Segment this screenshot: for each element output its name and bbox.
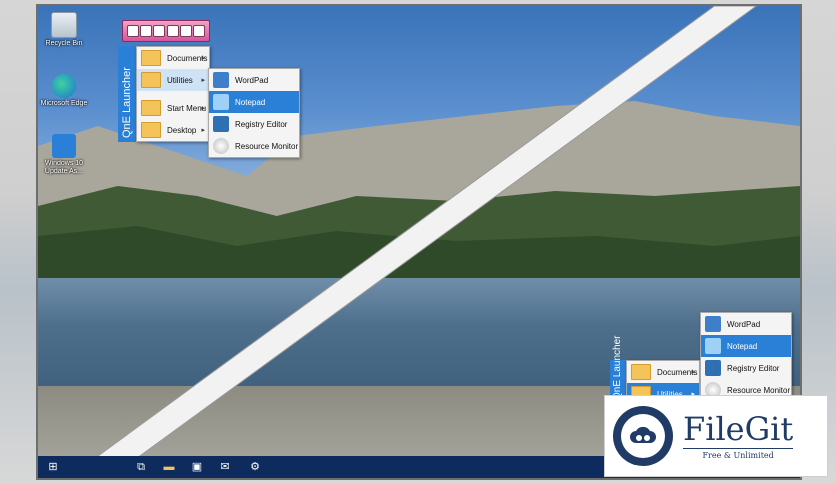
- submenu-item-notepad-small[interactable]: Notepad: [701, 335, 791, 357]
- store-icon[interactable]: ▣: [190, 460, 204, 474]
- menu-item-label: Desktop: [167, 125, 197, 135]
- edge-icon[interactable]: Microsoft Edge: [38, 74, 90, 108]
- utilities-submenu: WordPad Notepad Registry Editor Resource…: [208, 68, 300, 158]
- registry-editor-icon: [213, 116, 229, 132]
- toolbar-icon[interactable]: [193, 25, 206, 37]
- edge-label: Microsoft Edge: [40, 100, 88, 107]
- menu-item-start-menu[interactable]: Start Menu ▸: [137, 97, 209, 119]
- launcher-title-small: QnE Launcher: [612, 335, 623, 401]
- folder-icon: [631, 364, 651, 380]
- launcher-side-tab: QnE Launcher: [118, 46, 136, 142]
- launcher-toolbar[interactable]: [122, 20, 210, 42]
- toolbar-icon[interactable]: [139, 25, 152, 37]
- submenu-item-registry-editor-small[interactable]: Registry Editor: [701, 357, 791, 379]
- toolbar-icon[interactable]: [179, 25, 192, 37]
- file-explorer-icon[interactable]: ▬: [162, 460, 176, 474]
- submenu-item-notepad[interactable]: Notepad: [209, 91, 299, 113]
- toolbar-icon[interactable]: [166, 25, 179, 37]
- submenu-item-wordpad-small[interactable]: WordPad: [701, 313, 791, 335]
- submenu-item-label: Registry Editor: [727, 363, 780, 373]
- chevron-right-icon: ▸: [201, 55, 205, 62]
- submenu-item-label: Registry Editor: [235, 119, 288, 129]
- submenu-item-label: WordPad: [235, 75, 269, 85]
- mail-icon[interactable]: ✉: [218, 460, 232, 474]
- toolbar-icon[interactable]: [153, 25, 166, 37]
- wordpad-icon: [705, 316, 721, 332]
- menu-item-documents-small[interactable]: Documents ▸: [627, 361, 699, 383]
- filegit-tagline: Free & Unlimited: [683, 448, 794, 460]
- folder-icon: [141, 50, 161, 66]
- toolbar-icon[interactable]: [126, 25, 139, 37]
- recycle-bin-label: Recycle Bin: [45, 40, 83, 47]
- submenu-item-label: Resource Monitor: [727, 385, 791, 395]
- submenu-item-label: Resource Monitor: [235, 141, 299, 151]
- menu-item-documents[interactable]: Documents ▸: [137, 47, 209, 69]
- menu-item-desktop[interactable]: Desktop ▸: [137, 119, 209, 141]
- resource-monitor-icon: [213, 138, 229, 154]
- registry-editor-icon: [705, 360, 721, 376]
- chevron-right-icon: ▸: [691, 369, 695, 376]
- submenu-item-label: WordPad: [727, 319, 761, 329]
- task-view-icon[interactable]: ⧉: [134, 460, 148, 474]
- utilities-submenu-small: WordPad Notepad Registry Editor Resource…: [700, 312, 792, 402]
- chevron-right-icon: ▸: [201, 77, 205, 84]
- chevron-right-icon: ▸: [201, 127, 205, 134]
- menu-item-label: Utilities: [167, 75, 193, 85]
- menu-item-label: Start Menu: [167, 103, 207, 113]
- wordpad-icon: [213, 72, 229, 88]
- submenu-item-resource-monitor[interactable]: Resource Monitor: [209, 135, 299, 157]
- filegit-watermark: FileGit Free & Unlimited: [604, 395, 828, 477]
- notepad-icon: [705, 338, 721, 354]
- windows-update-label: Windows 10 Update As...: [44, 160, 84, 175]
- windows-start-icon[interactable]: ⊞: [46, 460, 60, 474]
- menu-item-utilities[interactable]: Utilities ▸: [137, 69, 209, 91]
- submenu-item-label: Notepad: [235, 97, 266, 107]
- folder-icon: [141, 72, 161, 88]
- filegit-logo-icon: [613, 406, 673, 466]
- notepad-icon: [213, 94, 229, 110]
- chevron-right-icon: ▸: [201, 105, 205, 112]
- folder-icon: [141, 100, 161, 116]
- submenu-item-wordpad[interactable]: WordPad: [209, 69, 299, 91]
- folder-icon: [141, 122, 161, 138]
- recycle-bin-icon[interactable]: Recycle Bin: [38, 12, 90, 48]
- cloud-icon: [630, 426, 656, 443]
- settings-gear-icon[interactable]: ⚙: [248, 460, 262, 474]
- launcher-menu: Documents ▸ Utilities ▸ Start Menu ▸ Des…: [136, 46, 210, 142]
- submenu-item-label: Notepad: [727, 341, 758, 351]
- windows-update-icon[interactable]: Windows 10 Update As...: [38, 134, 90, 176]
- launcher-title: QnE Launcher: [121, 67, 133, 138]
- filegit-brand: FileGit Free & Unlimited: [683, 410, 794, 460]
- filegit-name: FileGit: [683, 410, 794, 448]
- submenu-item-registry-editor[interactable]: Registry Editor: [209, 113, 299, 135]
